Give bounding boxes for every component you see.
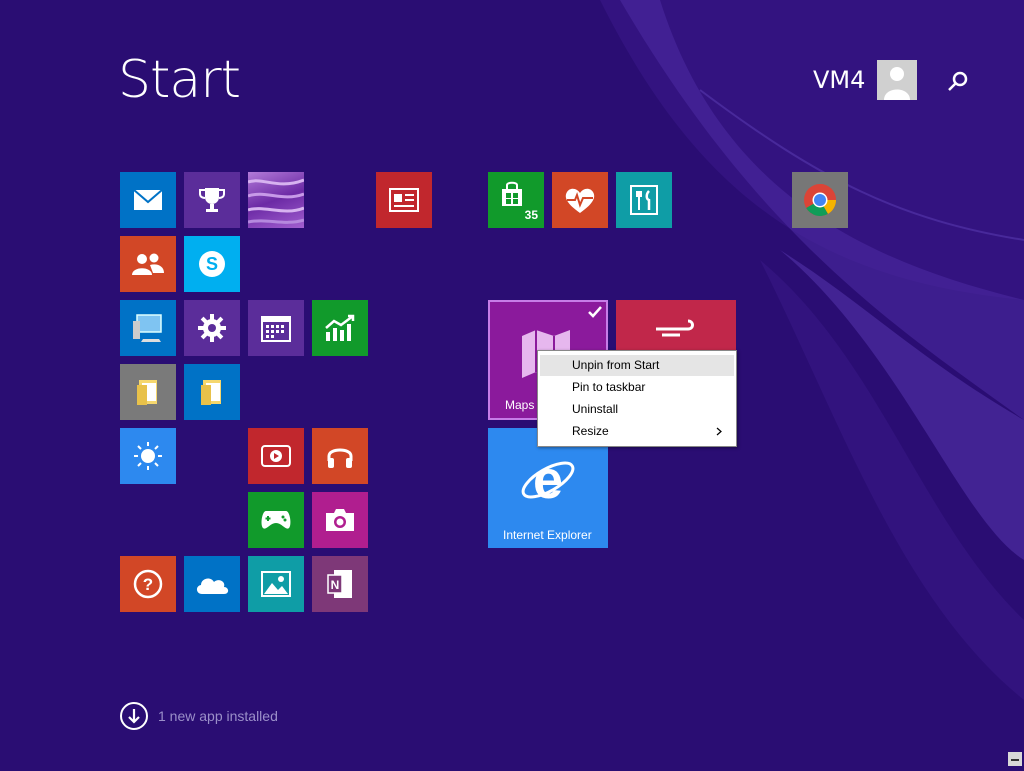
- menu-item-unpin-from-start[interactable]: Unpin from Start: [540, 355, 734, 376]
- chrome-icon: [804, 184, 837, 217]
- tile-this-pc[interactable]: [120, 300, 176, 356]
- cloud-icon: [196, 578, 229, 594]
- people-icon: [132, 253, 164, 275]
- user-name[interactable]: VM4: [813, 66, 865, 94]
- menu-item-label: Unpin from Start: [572, 358, 660, 372]
- tile-music[interactable]: [312, 428, 368, 484]
- sun-icon: [134, 442, 162, 470]
- headphones-icon: [327, 448, 353, 468]
- new-apps-notice[interactable]: 1 new app installed: [120, 702, 278, 730]
- tile-onedrive[interactable]: [184, 556, 240, 612]
- tile-store[interactable]: 35: [488, 172, 544, 228]
- folder-icon: [137, 380, 157, 405]
- trophy-icon: [199, 188, 225, 212]
- tile-finance[interactable]: [312, 300, 368, 356]
- tile-onenote[interactable]: N: [312, 556, 368, 612]
- store-badge: 35: [524, 208, 538, 222]
- tile-file-explorer-1[interactable]: [120, 364, 176, 420]
- menu-item-uninstall[interactable]: Uninstall: [540, 399, 734, 420]
- new-apps-notice-text: 1 new app installed: [158, 708, 278, 724]
- checkmark-icon: [588, 306, 602, 318]
- calendar-icon: [261, 316, 291, 342]
- tile-skype[interactable]: S: [184, 236, 240, 292]
- chart-icon: [325, 314, 355, 341]
- tile-food-drink[interactable]: [616, 172, 672, 228]
- news-icon: [389, 188, 419, 212]
- gamepad-icon: [261, 511, 291, 529]
- tile-help-tips[interactable]: ?: [120, 556, 176, 612]
- tile-video[interactable]: [248, 428, 304, 484]
- svg-text:e: e: [533, 450, 563, 510]
- computer-icon: [133, 314, 162, 342]
- tile-photos[interactable]: [248, 556, 304, 612]
- svg-text:N: N: [331, 578, 340, 592]
- heart-pulse-icon: [565, 188, 595, 213]
- tile-calendar[interactable]: [248, 300, 304, 356]
- skype-icon: S: [199, 251, 225, 277]
- context-menu: Unpin from Start Pin to taskbar Uninstal…: [537, 350, 737, 447]
- question-icon: ?: [133, 569, 163, 599]
- menu-item-label: Pin to taskbar: [572, 380, 646, 394]
- photos-icon: [261, 571, 291, 597]
- tile-mail[interactable]: [120, 172, 176, 228]
- svg-text:S: S: [206, 254, 218, 274]
- camera-icon: [326, 509, 354, 531]
- tile-maps-label: Maps: [505, 398, 535, 412]
- play-icon: [261, 445, 291, 467]
- down-arrow-icon: [120, 702, 148, 730]
- svg-text:?: ?: [143, 575, 153, 594]
- start-title: Start: [118, 50, 241, 110]
- tile-games[interactable]: [248, 492, 304, 548]
- tile-people[interactable]: [120, 236, 176, 292]
- tile-health-fitness[interactable]: [552, 172, 608, 228]
- zoom-toggle[interactable]: [1008, 752, 1022, 766]
- tile-chrome[interactable]: [792, 172, 848, 228]
- tile-weather[interactable]: [120, 428, 176, 484]
- tile-travel[interactable]: [616, 300, 736, 356]
- tile-photo[interactable]: [248, 172, 304, 228]
- chevron-right-icon: [716, 421, 722, 449]
- menu-item-pin-to-taskbar[interactable]: Pin to taskbar: [540, 377, 734, 398]
- menu-item-label: Uninstall: [572, 402, 619, 416]
- tile-news[interactable]: [376, 172, 432, 228]
- travel-icon: [656, 319, 694, 337]
- folder-icon: [201, 380, 221, 405]
- tile-camera[interactable]: [312, 492, 368, 548]
- tile-games-achievements[interactable]: [184, 172, 240, 228]
- gear-icon: [198, 314, 226, 342]
- search-icon[interactable]: [944, 68, 972, 96]
- tile-settings[interactable]: [184, 300, 240, 356]
- tile-ie-label: Internet Explorer: [503, 528, 592, 542]
- store-icon: [502, 181, 522, 206]
- tile-file-explorer-2[interactable]: [184, 364, 240, 420]
- fork-knife-icon: [630, 185, 658, 215]
- mail-icon: [133, 189, 163, 210]
- menu-item-resize[interactable]: Resize: [540, 421, 734, 442]
- menu-item-label: Resize: [572, 424, 609, 438]
- user-silhouette-icon[interactable]: [877, 60, 917, 100]
- onenote-icon: N: [327, 570, 352, 598]
- purple-photo-icon: [248, 178, 304, 224]
- ie-icon: e: [521, 450, 575, 510]
